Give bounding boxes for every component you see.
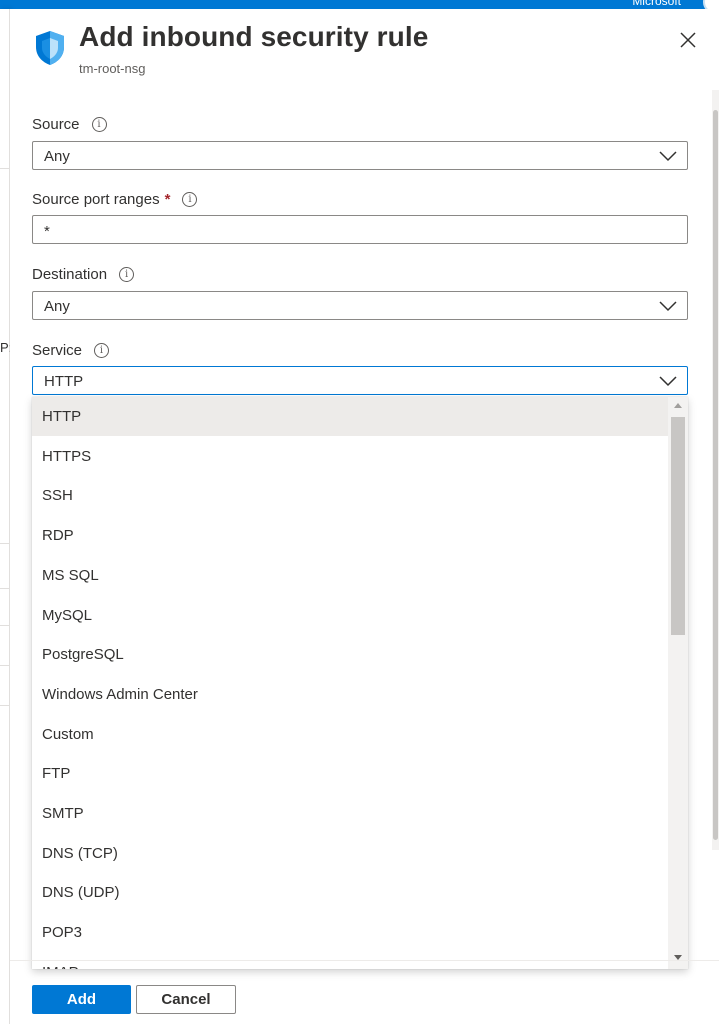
info-icon[interactable]: i: [119, 267, 135, 282]
service-option-windows-admin-center[interactable]: Windows Admin Center: [32, 675, 668, 714]
page-subtitle: tm-root-nsg: [79, 61, 146, 76]
background-divider: [0, 665, 9, 666]
blade-scrollbar-thumb[interactable]: [713, 110, 718, 840]
info-icon[interactable]: i: [182, 192, 198, 207]
destination-value: Any: [44, 298, 70, 315]
background-divider: [0, 168, 9, 169]
close-icon: [680, 32, 696, 48]
destination-label: Destination i: [32, 266, 135, 283]
background-divider: [0, 588, 9, 589]
service-value: HTTP: [44, 373, 84, 390]
chevron-down-icon: [659, 151, 677, 162]
background-divider: [0, 625, 9, 626]
required-asterisk: *: [164, 191, 171, 208]
shield-icon: [36, 31, 64, 65]
service-option-postgresql[interactable]: PostgreSQL: [32, 635, 668, 674]
account-name[interactable]: Microsoft: [632, 0, 681, 8]
service-option-pop3[interactable]: POP3: [32, 913, 668, 952]
service-option-mysql[interactable]: MySQL: [32, 596, 668, 635]
source-port-value: *: [44, 223, 50, 240]
source-dropdown[interactable]: Any: [32, 141, 688, 170]
service-option-dns-udp[interactable]: DNS (UDP): [32, 873, 668, 912]
service-option-smtp[interactable]: SMTP: [32, 794, 668, 833]
options-scrollbar[interactable]: [668, 397, 688, 969]
service-option-dns-tcp[interactable]: DNS (TCP): [32, 834, 668, 873]
service-option-ftp[interactable]: FTP: [32, 754, 668, 793]
info-icon[interactable]: i: [94, 343, 110, 358]
chevron-down-icon: [659, 301, 677, 312]
service-option-https[interactable]: HTTPS: [32, 437, 668, 476]
info-icon[interactable]: i: [91, 117, 107, 132]
service-option-ssh[interactable]: SSH: [32, 476, 668, 515]
service-option-http[interactable]: HTTP: [32, 397, 668, 436]
options-scrollbar-thumb[interactable]: [671, 417, 685, 635]
service-options-list: HTTP HTTPS SSH RDP MS SQL MySQL PostgreS…: [32, 397, 688, 969]
background-divider: [0, 543, 9, 544]
service-label: Service i: [32, 342, 110, 359]
service-option-rdp[interactable]: RDP: [32, 516, 668, 555]
source-port-input[interactable]: *: [32, 215, 688, 244]
service-dropdown[interactable]: HTTP: [32, 366, 688, 395]
cancel-button[interactable]: Cancel: [136, 985, 236, 1014]
chevron-down-icon: [659, 376, 677, 387]
source-value: Any: [44, 148, 70, 165]
close-button[interactable]: [676, 28, 700, 52]
source-port-label: Source port ranges * i: [32, 191, 198, 208]
top-navigation-bar: Microsoft: [0, 0, 719, 14]
page-title: Add inbound security rule: [79, 21, 429, 52]
service-option-ms-sql[interactable]: MS SQL: [32, 556, 668, 595]
add-button[interactable]: Add: [32, 985, 131, 1014]
background-divider: [0, 705, 9, 706]
service-option-custom[interactable]: Custom: [32, 715, 668, 754]
footer-divider: [10, 960, 719, 961]
background-page-edge: [0, 9, 10, 1024]
destination-dropdown[interactable]: Any: [32, 291, 688, 320]
scroll-up-icon[interactable]: [674, 403, 682, 408]
source-label: Source i: [32, 116, 107, 133]
